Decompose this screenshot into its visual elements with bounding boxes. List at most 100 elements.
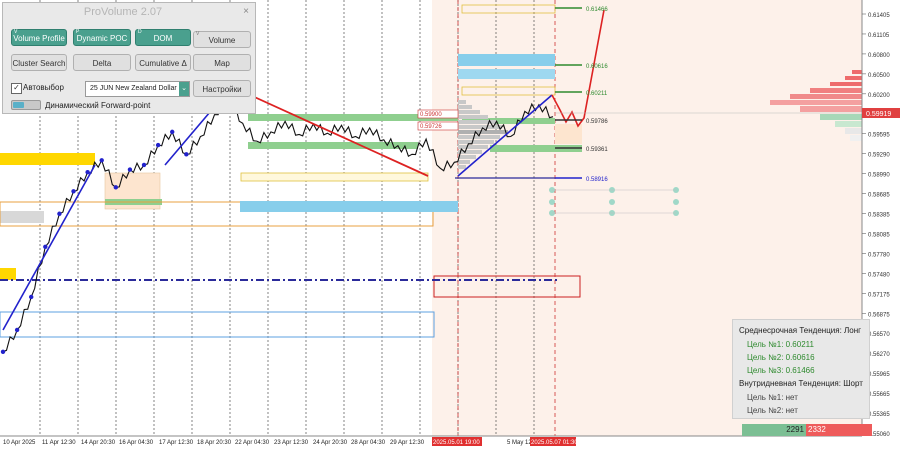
level-label: 0.59361	[586, 147, 608, 153]
profile-bar	[458, 150, 482, 154]
profile-bar	[458, 155, 476, 159]
profile-bar	[458, 160, 470, 164]
price-point	[57, 211, 62, 216]
medium-target-1: Цель №1: 0.60211	[747, 340, 814, 349]
panel-button-6[interactable]: Cumulative Δ	[135, 54, 191, 71]
y-tick-label: 0.58990	[868, 173, 890, 179]
sell-volume: 2332	[806, 424, 872, 436]
panel-button-3[interactable]: V Volume	[193, 31, 251, 48]
chevron-down-icon[interactable]: ⌄	[179, 82, 189, 96]
panel-button-4[interactable]: Cluster Search	[11, 54, 67, 71]
button-label: Volume	[208, 36, 236, 45]
auto-select-checkbox[interactable]: ✓	[11, 83, 22, 94]
profile-bar	[458, 100, 466, 104]
button-label: Cumulative Δ	[139, 59, 187, 68]
button-corner-letter: D	[138, 29, 142, 35]
panel-button-5[interactable]: Delta	[73, 54, 131, 71]
profile-bar	[458, 105, 472, 109]
y-tick-label: 0.57780	[868, 252, 890, 258]
y-tick-label: 0.56875	[868, 312, 890, 318]
y-tick-label: 0.55665	[868, 392, 890, 398]
x-tick-label: 5 May 12	[507, 440, 532, 446]
instrument-select[interactable]: 25 JUN New Zealand Dollar ⌄	[85, 81, 190, 97]
close-icon[interactable]: ×	[243, 6, 249, 17]
level-label: 0.60211	[586, 91, 608, 97]
x-tick-label: 16 Apr 04:30	[119, 440, 154, 446]
forward-point-label: Динамический Forward-point	[45, 101, 151, 110]
profile-label: 0.59726	[420, 124, 442, 130]
zone-cyan-top	[458, 54, 555, 66]
x-tick-label: 17 Apr 12:30	[159, 440, 194, 446]
button-label: Map	[214, 59, 230, 68]
trend-info-box: Среднесрочная Тенденция: Лонг Цель №1: 0…	[732, 319, 870, 419]
price-point	[85, 169, 90, 175]
medium-trend-title: Среднесрочная Тенденция: Лонг	[739, 326, 862, 335]
level-label: 0.61466	[586, 7, 608, 13]
x-tick-label: 23 Apr 12:30	[274, 440, 309, 446]
panel-button-7[interactable]: Map	[193, 54, 251, 71]
profile-bar	[458, 115, 488, 119]
level-label: 0.60616	[586, 64, 608, 70]
profile-bar	[458, 125, 502, 129]
x-tick-label: 18 Apr 20:30	[197, 440, 232, 446]
zone-grey-left	[0, 211, 44, 223]
panel-button-0[interactable]: V Volume Profile	[11, 29, 67, 46]
profile-label: 0.59900	[420, 112, 442, 118]
auto-select-label: Автовыбор	[23, 83, 64, 92]
y-tick-label: 0.60200	[868, 93, 890, 99]
price-point	[71, 189, 76, 194]
medium-target-3: Цель №3: 0.61466	[747, 366, 815, 375]
y-tick-label: 0.60800	[868, 53, 890, 59]
current-price-label: 0.59919	[866, 111, 891, 118]
y-tick-label: 0.60500	[868, 73, 890, 79]
y-tick-label: 0.58685	[868, 193, 890, 199]
button-label: Cluster Search	[12, 59, 66, 68]
x-tick-label: 2025.05.01 19:00	[433, 440, 480, 446]
zone-yellow-left-small	[0, 268, 16, 280]
x-tick-label: 29 Apr 12:30	[390, 440, 425, 446]
price-point	[43, 244, 48, 249]
intraday-trend-title: Внутридневная Тенденция: Шорт	[739, 379, 863, 388]
price-point	[127, 167, 133, 172]
zone-blue-band	[240, 201, 458, 212]
toggle-knob	[13, 102, 24, 108]
y-tick-label: 0.55365	[868, 412, 890, 418]
button-label: DOM	[153, 34, 173, 43]
buy-volume: 2291	[742, 424, 806, 436]
y-tick-label: 0.61405	[868, 13, 890, 19]
settings-button[interactable]: Настройки	[193, 80, 251, 97]
x-tick-label: 22 Apr 04:30	[235, 440, 270, 446]
y-tick-label: 0.56570	[868, 332, 890, 338]
forward-point-toggle[interactable]	[11, 100, 41, 110]
y-tick-label: 0.58085	[868, 232, 890, 238]
y-tick-label: 0.61105	[868, 33, 890, 39]
x-axis-ticks: 10 Apr 2025 11 Apr 12:30 14 Apr 20:30 16 Ap…	[3, 437, 578, 446]
intraday-target-1: Цель №1: нет	[747, 393, 798, 402]
y-tick-label: 0.59290	[868, 153, 890, 159]
price-point	[141, 162, 147, 168]
x-tick-label: 28 Apr 04:30	[351, 440, 386, 446]
price-point	[29, 294, 34, 300]
price-point	[99, 158, 104, 163]
x-tick-label: 11 Apr 12:30	[42, 440, 76, 446]
zone-yellow-top-left	[0, 153, 95, 165]
profile-bar	[458, 145, 488, 149]
y-tick-label: 0.55965	[868, 372, 890, 378]
instrument-value: 25 JUN New Zealand Dollar	[90, 85, 177, 92]
price-point	[0, 349, 6, 354]
button-label: Delta	[92, 59, 112, 68]
panel-button-2[interactable]: D DOM	[135, 29, 191, 46]
zone-cyan-mid	[458, 69, 555, 79]
y-tick-label: 0.56270	[868, 352, 890, 358]
x-tick-label: 14 Apr 20:30	[81, 440, 116, 446]
medium-target-2: Цель №2: 0.60616	[747, 353, 815, 362]
button-corner-letter: V	[14, 29, 18, 35]
intraday-target-2: Цель №2: нет	[747, 406, 798, 415]
y-tick-label: 0.59595	[868, 133, 890, 139]
zone-yellow-outline-1	[240, 172, 429, 182]
button-label: Volume Profile	[13, 34, 65, 43]
y-tick-label: 0.58385	[868, 213, 890, 219]
provolume-panel: ProVolume 2.07 × V Volume Profile P Dynamic…	[2, 2, 256, 114]
panel-button-1[interactable]: P Dynamic POC	[73, 29, 131, 46]
profile-bar	[458, 140, 494, 144]
